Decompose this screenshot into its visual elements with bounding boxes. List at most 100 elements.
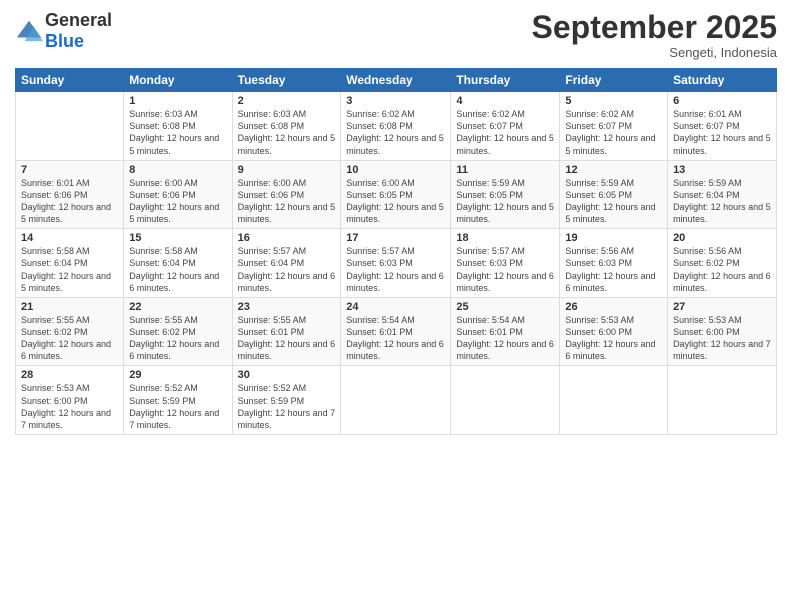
day-number: 11 (456, 164, 554, 176)
day-info: Sunrise: 5:59 AM Sunset: 6:04 PM Dayligh… (673, 177, 771, 226)
table-row: 7Sunrise: 6:01 AM Sunset: 6:06 PM Daylig… (16, 160, 124, 229)
day-number: 5 (565, 95, 662, 107)
day-number: 15 (129, 232, 226, 244)
day-info: Sunrise: 6:01 AM Sunset: 6:06 PM Dayligh… (21, 177, 118, 226)
col-sunday: Sunday (16, 69, 124, 92)
title-section: September 2025 Sengeti, Indonesia (532, 10, 777, 60)
day-info: Sunrise: 5:57 AM Sunset: 6:03 PM Dayligh… (346, 245, 445, 294)
day-info: Sunrise: 5:55 AM Sunset: 6:02 PM Dayligh… (21, 314, 118, 363)
day-number: 7 (21, 164, 118, 176)
table-row: 9Sunrise: 6:00 AM Sunset: 6:06 PM Daylig… (232, 160, 341, 229)
day-number: 28 (21, 369, 118, 381)
day-info: Sunrise: 5:56 AM Sunset: 6:02 PM Dayligh… (673, 245, 771, 294)
day-number: 14 (21, 232, 118, 244)
day-info: Sunrise: 6:03 AM Sunset: 6:08 PM Dayligh… (238, 108, 336, 157)
logo-blue-text: Blue (45, 31, 84, 51)
day-info: Sunrise: 6:02 AM Sunset: 6:07 PM Dayligh… (565, 108, 662, 157)
day-info: Sunrise: 5:59 AM Sunset: 6:05 PM Dayligh… (565, 177, 662, 226)
table-row: 16Sunrise: 5:57 AM Sunset: 6:04 PM Dayli… (232, 229, 341, 298)
table-row: 30Sunrise: 5:52 AM Sunset: 5:59 PM Dayli… (232, 366, 341, 435)
day-info: Sunrise: 6:02 AM Sunset: 6:07 PM Dayligh… (456, 108, 554, 157)
table-row: 6Sunrise: 6:01 AM Sunset: 6:07 PM Daylig… (668, 92, 777, 161)
day-number: 19 (565, 232, 662, 244)
day-info: Sunrise: 5:52 AM Sunset: 5:59 PM Dayligh… (238, 382, 336, 431)
table-row: 19Sunrise: 5:56 AM Sunset: 6:03 PM Dayli… (560, 229, 668, 298)
table-row: 22Sunrise: 5:55 AM Sunset: 6:02 PM Dayli… (124, 297, 232, 366)
day-info: Sunrise: 5:53 AM Sunset: 6:00 PM Dayligh… (21, 382, 118, 431)
day-info: Sunrise: 6:03 AM Sunset: 6:08 PM Dayligh… (129, 108, 226, 157)
table-row: 10Sunrise: 6:00 AM Sunset: 6:05 PM Dayli… (341, 160, 451, 229)
table-row: 1Sunrise: 6:03 AM Sunset: 6:08 PM Daylig… (124, 92, 232, 161)
table-row: 21Sunrise: 5:55 AM Sunset: 6:02 PM Dayli… (16, 297, 124, 366)
table-row: 12Sunrise: 5:59 AM Sunset: 6:05 PM Dayli… (560, 160, 668, 229)
col-friday: Friday (560, 69, 668, 92)
day-info: Sunrise: 5:59 AM Sunset: 6:05 PM Dayligh… (456, 177, 554, 226)
table-row (16, 92, 124, 161)
day-info: Sunrise: 5:57 AM Sunset: 6:04 PM Dayligh… (238, 245, 336, 294)
day-info: Sunrise: 5:58 AM Sunset: 6:04 PM Dayligh… (129, 245, 226, 294)
col-wednesday: Wednesday (341, 69, 451, 92)
calendar-week-row: 21Sunrise: 5:55 AM Sunset: 6:02 PM Dayli… (16, 297, 777, 366)
table-row: 5Sunrise: 6:02 AM Sunset: 6:07 PM Daylig… (560, 92, 668, 161)
table-row: 2Sunrise: 6:03 AM Sunset: 6:08 PM Daylig… (232, 92, 341, 161)
calendar-header-row: Sunday Monday Tuesday Wednesday Thursday… (16, 69, 777, 92)
day-number: 25 (456, 301, 554, 313)
logo: General Blue (15, 10, 112, 52)
calendar-table: Sunday Monday Tuesday Wednesday Thursday… (15, 68, 777, 435)
day-number: 21 (21, 301, 118, 313)
day-number: 17 (346, 232, 445, 244)
day-number: 2 (238, 95, 336, 107)
table-row: 13Sunrise: 5:59 AM Sunset: 6:04 PM Dayli… (668, 160, 777, 229)
day-info: Sunrise: 6:02 AM Sunset: 6:08 PM Dayligh… (346, 108, 445, 157)
month-title: September 2025 (532, 10, 777, 45)
day-info: Sunrise: 6:01 AM Sunset: 6:07 PM Dayligh… (673, 108, 771, 157)
table-row: 18Sunrise: 5:57 AM Sunset: 6:03 PM Dayli… (451, 229, 560, 298)
day-number: 26 (565, 301, 662, 313)
table-row: 20Sunrise: 5:56 AM Sunset: 6:02 PM Dayli… (668, 229, 777, 298)
day-number: 10 (346, 164, 445, 176)
day-number: 22 (129, 301, 226, 313)
day-number: 30 (238, 369, 336, 381)
table-row: 24Sunrise: 5:54 AM Sunset: 6:01 PM Dayli… (341, 297, 451, 366)
col-saturday: Saturday (668, 69, 777, 92)
logo-general-text: General (45, 10, 112, 30)
day-info: Sunrise: 6:00 AM Sunset: 6:05 PM Dayligh… (346, 177, 445, 226)
table-row: 17Sunrise: 5:57 AM Sunset: 6:03 PM Dayli… (341, 229, 451, 298)
table-row: 15Sunrise: 5:58 AM Sunset: 6:04 PM Dayli… (124, 229, 232, 298)
table-row: 14Sunrise: 5:58 AM Sunset: 6:04 PM Dayli… (16, 229, 124, 298)
table-row: 3Sunrise: 6:02 AM Sunset: 6:08 PM Daylig… (341, 92, 451, 161)
day-number: 8 (129, 164, 226, 176)
day-number: 16 (238, 232, 336, 244)
day-number: 6 (673, 95, 771, 107)
day-number: 12 (565, 164, 662, 176)
table-row: 29Sunrise: 5:52 AM Sunset: 5:59 PM Dayli… (124, 366, 232, 435)
calendar-week-row: 1Sunrise: 6:03 AM Sunset: 6:08 PM Daylig… (16, 92, 777, 161)
day-number: 4 (456, 95, 554, 107)
day-info: Sunrise: 5:53 AM Sunset: 6:00 PM Dayligh… (673, 314, 771, 363)
day-info: Sunrise: 5:54 AM Sunset: 6:01 PM Dayligh… (456, 314, 554, 363)
table-row: 28Sunrise: 5:53 AM Sunset: 6:00 PM Dayli… (16, 366, 124, 435)
table-row (560, 366, 668, 435)
day-number: 1 (129, 95, 226, 107)
day-number: 18 (456, 232, 554, 244)
day-number: 24 (346, 301, 445, 313)
calendar-week-row: 7Sunrise: 6:01 AM Sunset: 6:06 PM Daylig… (16, 160, 777, 229)
day-info: Sunrise: 5:55 AM Sunset: 6:01 PM Dayligh… (238, 314, 336, 363)
table-row (451, 366, 560, 435)
day-number: 27 (673, 301, 771, 313)
day-info: Sunrise: 5:54 AM Sunset: 6:01 PM Dayligh… (346, 314, 445, 363)
table-row: 4Sunrise: 6:02 AM Sunset: 6:07 PM Daylig… (451, 92, 560, 161)
day-info: Sunrise: 5:53 AM Sunset: 6:00 PM Dayligh… (565, 314, 662, 363)
page: General Blue September 2025 Sengeti, Ind… (0, 0, 792, 612)
logo-icon (15, 17, 43, 45)
day-number: 20 (673, 232, 771, 244)
calendar-week-row: 14 Sunrise: 5:58 AM Sunset: 6:04 PM Dayli… (16, 229, 777, 298)
day-number: 3 (346, 95, 445, 107)
table-row: 8Sunrise: 6:00 AM Sunset: 6:06 PM Daylig… (124, 160, 232, 229)
col-thursday: Thursday (451, 69, 560, 92)
day-number: 29 (129, 369, 226, 381)
day-info: Sunrise: 5:52 AM Sunset: 5:59 PM Dayligh… (129, 382, 226, 431)
day-info: Sunrise: 6:00 AM Sunset: 6:06 PM Dayligh… (129, 177, 226, 226)
table-row (668, 366, 777, 435)
day-info: Sunrise: 5:56 AM Sunset: 6:03 PM Dayligh… (565, 245, 662, 294)
